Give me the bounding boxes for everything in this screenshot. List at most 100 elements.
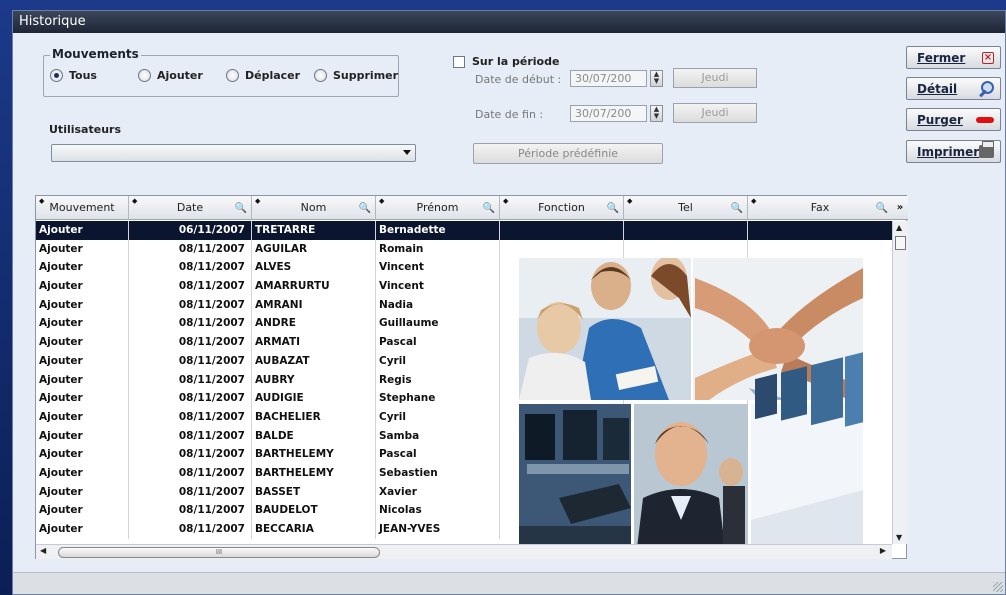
table-cell: Ajouter [36,520,129,539]
table-cell: 08/11/2007 [129,520,252,539]
horizontal-scrollbar[interactable]: ◀ III ▶ [36,544,892,559]
col-date[interactable]: ◆ Date 🔍 [129,196,252,220]
table-cell: Ajouter [36,407,129,427]
radio-ajouter-dot[interactable] [138,69,151,82]
radio-deplacer[interactable]: Déplacer [226,69,300,82]
col-fonction[interactable]: ◆ Fonction 🔍 [500,196,624,220]
radio-tous[interactable]: Tous [50,69,97,82]
table-cell: Sebastien [376,463,500,483]
collage-image [519,258,863,548]
resize-grip-icon[interactable] [993,582,1003,592]
col-tel[interactable]: ◆ Tel 🔍 [624,196,748,220]
horizontal-scroll-thumb[interactable]: III [58,547,380,558]
scroll-right-icon[interactable]: ▶ [880,546,886,555]
date-fin-input[interactable]: 30/07/200 [570,105,647,122]
scroll-up-icon[interactable]: ▲ [896,223,902,232]
checkbox-box[interactable] [453,55,465,68]
radio-supprimer-dot[interactable] [314,69,327,82]
periode-predefinie-button[interactable]: Période prédéfinie [473,143,663,164]
col-nom[interactable]: ◆ Nom 🔍 [252,196,376,220]
table-cell: 08/11/2007 [129,295,252,315]
date-fin-spinner[interactable]: ▲ ▼ [650,105,663,122]
table-cell [500,239,624,259]
radio-ajouter[interactable]: Ajouter [138,69,203,82]
scroll-down-icon[interactable]: ▼ [896,533,902,542]
table-cell: Cyril [376,407,500,427]
vertical-scrollbar[interactable]: ▲ ▼ [892,221,908,544]
sort-icon[interactable]: ◆ [39,198,44,205]
imprimer-button[interactable]: Imprimer [906,140,1001,163]
col-prenom[interactable]: ◆ Prénom 🔍 [376,196,500,220]
chevron-down-icon[interactable] [403,150,411,155]
search-key-icon[interactable]: 🔍 [876,197,888,221]
table-cell: 08/11/2007 [129,333,252,352]
table-cell: Ajouter [36,370,129,390]
table-cell: 08/11/2007 [129,370,252,390]
sur-la-periode-checkbox[interactable]: Sur la période [453,55,559,68]
table-cell: 08/11/2007 [129,351,252,371]
table-cell: Vincent [376,258,500,278]
table-cell: BECCARIA [252,520,376,539]
table-cell: AUBRY [252,370,376,390]
table-cell: AMARRURTU [252,277,376,296]
table-cell: 08/11/2007 [129,463,252,483]
table-cell: Samba [376,426,500,446]
date-debut-label: Date de début : [475,73,562,86]
table-cell: 06/11/2007 [129,221,252,240]
sort-icon[interactable]: ◆ [132,198,137,205]
table-cell: Ajouter [36,501,129,520]
photo-students [519,258,691,400]
table-cell: Ajouter [36,389,129,408]
table-cell: 08/11/2007 [129,258,252,278]
search-key-icon[interactable]: 🔍 [483,197,495,221]
date-debut-input[interactable]: 30/07/200 [570,70,647,87]
utilisateurs-combo[interactable] [51,144,416,162]
table-cell: 08/11/2007 [129,426,252,446]
historique-table: ◆ Mouvement ◆ Date 🔍 ◆ Nom 🔍 ◆ Prénom 🔍 … [35,195,908,559]
search-key-icon[interactable]: 🔍 [359,197,371,221]
date-debut-spinner[interactable]: ▲ ▼ [650,70,663,87]
radio-supprimer[interactable]: Supprimer [314,69,398,82]
table-row[interactable]: Ajouter 06/11/2007 TRETARRE Bernadette [36,221,892,240]
table-cell: BARTHELEMY [252,463,376,483]
radio-deplacer-dot[interactable] [226,69,239,82]
table-cell: 08/11/2007 [129,482,252,502]
date-debut-day: Jeudi [673,68,757,88]
col-mouvement[interactable]: ◆ Mouvement [36,196,129,220]
sort-icon[interactable]: ◆ [627,198,632,205]
sort-icon[interactable]: ◆ [255,198,260,205]
search-key-icon[interactable]: 🔍 [607,197,619,221]
table-header: ◆ Mouvement ◆ Date 🔍 ◆ Nom 🔍 ◆ Prénom 🔍 … [36,196,892,220]
utilisateurs-label: Utilisateurs [49,123,121,136]
col-fax[interactable]: ◆ Fax 🔍 [748,196,892,220]
table-cell: Ajouter [36,445,129,464]
table-cell [500,221,624,240]
sort-icon[interactable]: ◆ [751,198,756,205]
vertical-scroll-thumb[interactable] [895,236,906,250]
window-title: Historique [13,11,1005,33]
fermer-button[interactable]: Fermer × [906,46,1001,69]
purger-button[interactable]: Purger [906,108,1001,131]
sort-icon[interactable]: ◆ [503,198,508,205]
table-row[interactable]: Ajouter 08/11/2007 AGUILAR Romain [36,239,892,259]
table-cell: Pascal [376,333,500,352]
detail-button[interactable]: Détail [906,77,1001,100]
date-fin-label: Date de fin : [475,108,544,121]
column-chooser-icon[interactable]: » [892,196,908,220]
search-key-icon[interactable]: 🔍 [731,197,743,221]
table-cell: AGUILAR [252,239,376,259]
magnifier-icon [978,80,994,97]
radio-tous-dot[interactable] [50,69,63,82]
mouvements-group: Mouvements Tous Ajouter Déplacer Supprim… [43,47,399,97]
scroll-left-icon[interactable]: ◀ [40,546,46,555]
sort-icon[interactable]: ◆ [379,198,384,205]
table-cell: BARTHELEMY [252,445,376,464]
table-cell: JEAN-YVES [376,520,500,539]
search-key-icon[interactable]: 🔍 [235,197,247,221]
table-cell: Ajouter [36,482,129,502]
table-cell: BALDE [252,426,376,446]
table-cell: BASSET [252,482,376,502]
table-cell: AMRANI [252,295,376,315]
table-cell: 08/11/2007 [129,239,252,259]
table-cell: BACHELIER [252,407,376,427]
